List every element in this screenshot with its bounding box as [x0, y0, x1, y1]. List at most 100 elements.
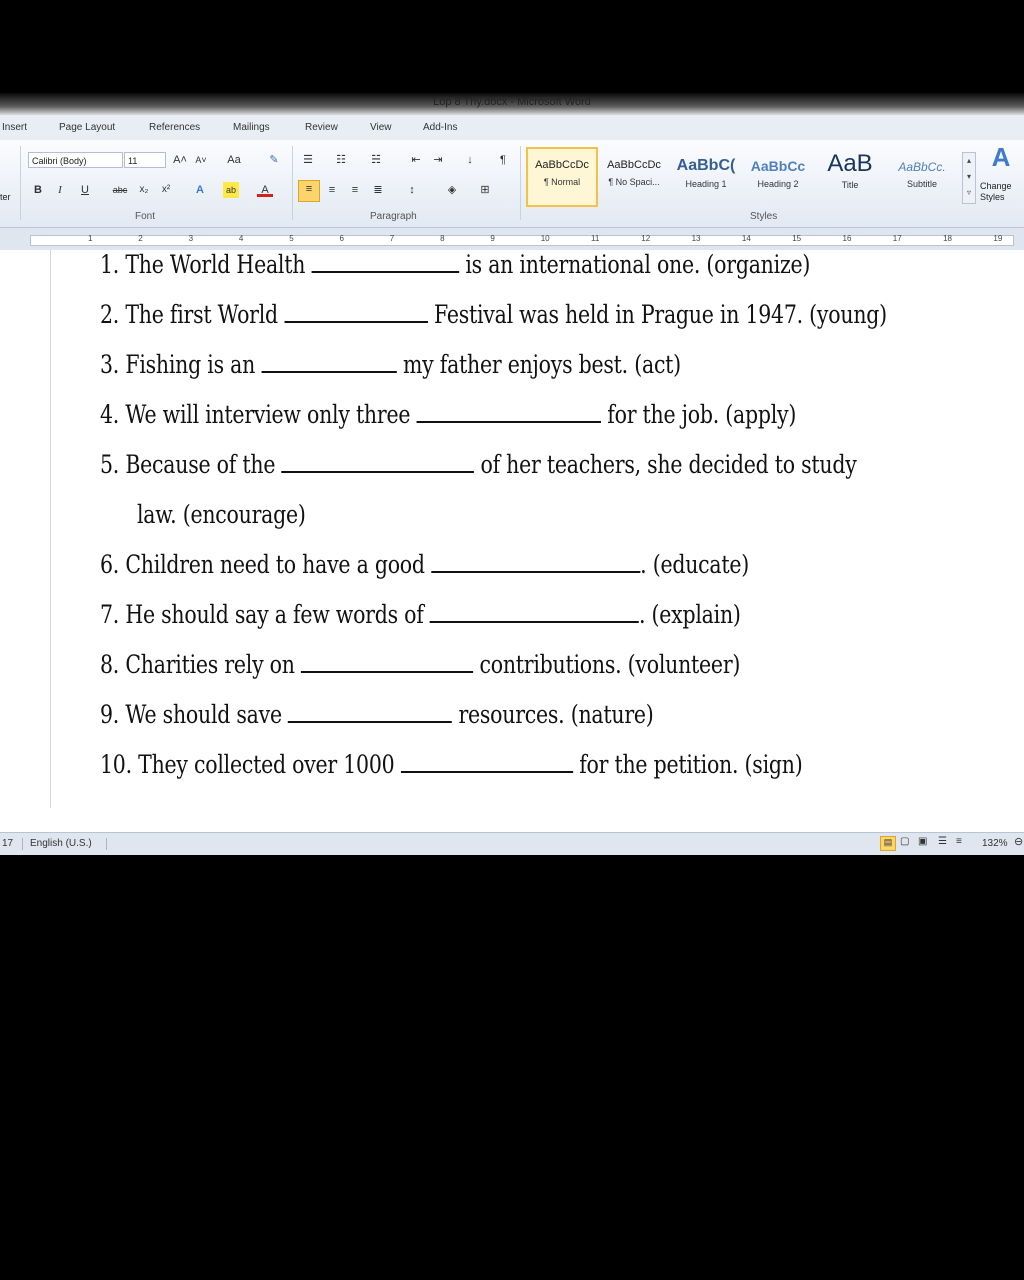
item-text-before: The first World [125, 300, 278, 329]
ruler-number: 11 [591, 234, 600, 243]
exercise-item: 8. Charities rely on contributions. (vol… [100, 650, 740, 679]
clear-formatting-icon[interactable]: ✎ [266, 152, 282, 168]
draft-icon[interactable]: ≡ [956, 836, 962, 847]
style-preview: AaBbCc [750, 158, 806, 174]
sort-icon[interactable]: ↓ [462, 152, 478, 168]
language-status[interactable]: English (U.S.) [30, 838, 92, 849]
numbering-icon[interactable]: ☷ [333, 152, 349, 168]
clipboard-partial-label: ter [0, 192, 11, 202]
align-center-icon[interactable]: ≡ [324, 182, 340, 198]
web-layout-icon[interactable]: ▣ [918, 836, 927, 847]
grow-font-icon[interactable]: A˄ [172, 152, 188, 168]
ribbon-tab-bar: Insert Page Layout References Mailings R… [0, 115, 1024, 141]
horizontal-ruler[interactable]: 1 2 3 4 5 6 7 8 9 10 11 12 13 14 15 16 17 18 19 [0, 228, 1024, 250]
style-preview: AaB [827, 150, 873, 177]
style-preview: AaBbCc. [898, 160, 946, 174]
style-title[interactable]: AaB Title [816, 149, 884, 201]
paragraph-group-label: Paragraph [370, 211, 417, 222]
change-styles-button[interactable]: Change Styles [980, 181, 1024, 203]
document-page[interactable] [0, 250, 1024, 832]
item-number: 1. [100, 250, 120, 279]
item-text-after: . (educate) [640, 550, 750, 579]
decrease-indent-icon[interactable]: ⇤ [408, 152, 424, 168]
item-text-after: contributions. (volunteer) [479, 650, 741, 679]
margin-guide [50, 250, 51, 808]
align-left-icon[interactable]: ≡ [298, 180, 320, 202]
justify-icon[interactable]: ≣ [370, 182, 386, 198]
borders-icon[interactable]: ⊞ [477, 182, 493, 198]
highlight-icon[interactable]: ab [223, 182, 239, 198]
styles-group-label: Styles [750, 211, 778, 222]
line-spacing-icon[interactable]: ↕ [404, 182, 420, 198]
answer-blank[interactable] [261, 353, 397, 373]
tab-insert[interactable]: Insert [2, 122, 27, 133]
style-normal[interactable]: AaBbCcDc ¶ Normal [526, 147, 598, 207]
style-no-spacing[interactable]: AaBbCcDc ¶ No Spaci... [600, 149, 668, 201]
item-text-after: for the petition. (sign) [579, 750, 803, 779]
full-screen-reading-icon[interactable]: ▢ [900, 836, 909, 847]
style-name: Title [841, 180, 859, 190]
page-number-status[interactable]: 17 [2, 838, 13, 849]
style-name: ¶ No Spaci... [608, 177, 660, 187]
superscript-icon[interactable]: x² [158, 182, 174, 198]
answer-blank[interactable] [416, 403, 601, 423]
outline-icon[interactable]: ☰ [938, 836, 947, 847]
tab-add-ins[interactable]: Add-Ins [423, 122, 457, 133]
ruler-number: 6 [339, 234, 344, 243]
underline-icon[interactable]: U [77, 182, 93, 198]
answer-blank[interactable] [288, 703, 453, 723]
answer-blank[interactable] [431, 553, 641, 573]
align-right-icon[interactable]: ≡ [347, 182, 363, 198]
shrink-font-icon[interactable]: A˅ [193, 152, 209, 168]
increase-indent-icon[interactable]: ⇥ [430, 152, 446, 168]
style-heading-1[interactable]: AaBbC( Heading 1 [672, 149, 740, 201]
item-number: 4. [100, 400, 120, 429]
shading-icon[interactable]: ◈ [444, 182, 460, 198]
item-text-after: is an international one. (organize) [465, 250, 811, 279]
styles-gallery-scroll[interactable]: ▴ ▾ ▿ [962, 152, 976, 204]
item-number: 7. [100, 600, 120, 629]
ruler-number: 3 [188, 234, 194, 243]
exercise-item: 4. We will interview only three for the … [100, 400, 796, 429]
zoom-level[interactable]: 132% [982, 838, 1008, 849]
subscript-icon[interactable]: x₂ [136, 182, 152, 198]
item-text-before: They collected over 1000 [138, 750, 395, 779]
multilevel-list-icon[interactable]: ☵ [368, 152, 384, 168]
separator [520, 146, 521, 220]
style-subtitle[interactable]: AaBbCc. Subtitle [888, 149, 956, 201]
status-bar: 17 English (U.S.) ▤ ▢ ▣ ☰ ≡ 132% ⊖ [0, 832, 1024, 855]
tab-view[interactable]: View [370, 122, 392, 133]
tab-page-layout[interactable]: Page Layout [59, 122, 115, 133]
answer-blank[interactable] [400, 753, 573, 773]
style-name: ¶ Normal [543, 177, 581, 187]
italic-icon[interactable]: I [52, 182, 68, 198]
bullets-icon[interactable]: ☰ [300, 152, 316, 168]
strikethrough-icon[interactable]: abc [112, 182, 128, 198]
ruler-number: 16 [842, 234, 852, 243]
answer-blank[interactable] [311, 253, 460, 273]
zoom-out-icon[interactable]: ⊖ [1014, 835, 1023, 848]
style-heading-2[interactable]: AaBbCc Heading 2 [744, 149, 812, 201]
item-text-before: The World Health [125, 250, 306, 279]
change-styles-icon[interactable]: A [986, 144, 1016, 170]
answer-blank[interactable] [301, 653, 474, 673]
pilcrow-icon[interactable]: ¶ [495, 152, 511, 168]
separator [20, 146, 21, 220]
font-name-combo[interactable]: Calibri (Body) [28, 152, 123, 168]
tab-mailings[interactable]: Mailings [233, 122, 270, 133]
ruler-number: 15 [792, 234, 802, 243]
exercise-item: 7. He should say a few words of . (expla… [100, 600, 741, 629]
item-text-after: my father enjoys best. (act) [402, 350, 681, 379]
change-case-icon[interactable]: Aa [226, 152, 242, 168]
tab-references[interactable]: References [149, 122, 200, 133]
tab-review[interactable]: Review [305, 122, 338, 133]
answer-blank[interactable] [284, 303, 428, 323]
text-effects-icon[interactable]: A [192, 182, 208, 198]
font-color-icon[interactable]: A [257, 182, 273, 197]
font-size-combo[interactable]: 11 [124, 152, 166, 168]
print-layout-icon[interactable]: ▤ [880, 836, 896, 851]
answer-blank[interactable] [281, 453, 475, 473]
bold-icon[interactable]: B [30, 182, 46, 198]
answer-blank[interactable] [429, 603, 639, 623]
item-text-before: Charities rely on [125, 650, 295, 679]
